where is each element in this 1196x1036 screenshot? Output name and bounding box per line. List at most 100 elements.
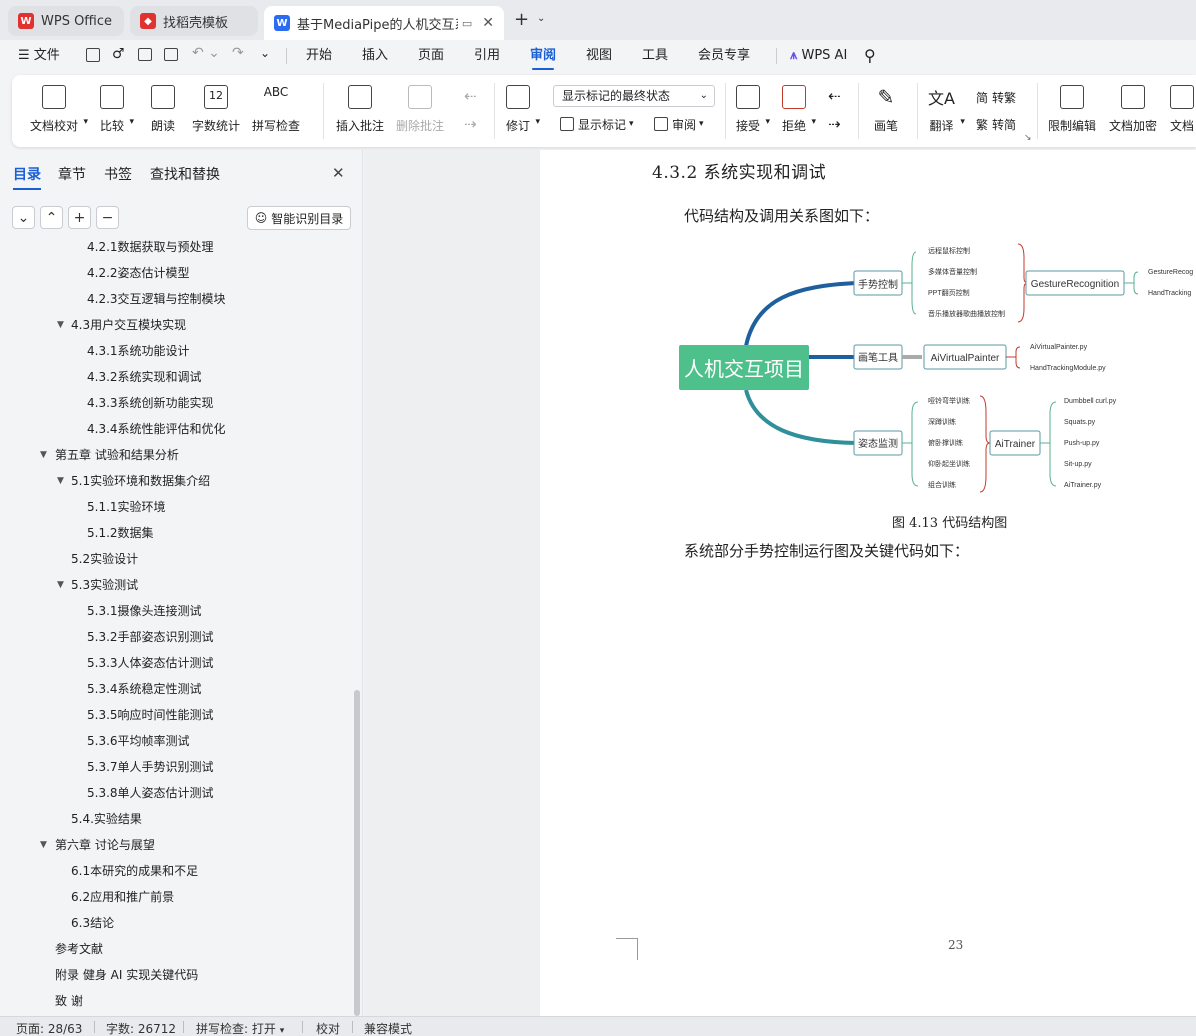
word-count-status[interactable]: 字数: 26712 [106, 1020, 176, 1036]
accept-button[interactable]: 接受 ▾ [736, 75, 770, 147]
share-icon[interactable]: ♂ [112, 46, 125, 62]
expand-triangle-icon[interactable]: ▼ [40, 832, 47, 858]
toc-item[interactable]: 4.3.1系统功能设计 [0, 338, 354, 364]
tab-docer-templates[interactable]: ◆ 找稻壳模板 [130, 6, 258, 36]
display-mode-select[interactable]: 显示标记的最终状态 ⌄ [553, 85, 715, 107]
to-simplified-button[interactable]: 繁 转简 [976, 113, 1016, 135]
close-tab-icon[interactable]: ✕ [482, 15, 494, 31]
restrict-edit-button[interactable]: 限制编辑 [1048, 75, 1096, 147]
spell-check-status[interactable]: 拼写检查: 打开 ▾ [196, 1020, 284, 1036]
doc-proof-button[interactable]: 文档校对 ▾ [30, 75, 88, 147]
read-aloud-button[interactable]: 朗读 [151, 75, 175, 147]
toc-item[interactable]: 5.3.1摄像头连接测试 [0, 598, 354, 624]
screen-icon[interactable]: ▭ [462, 17, 472, 30]
menu-page[interactable]: 页面 [418, 40, 444, 72]
file-menu[interactable]: ☰ 文件 [18, 40, 60, 72]
toc-item[interactable]: 5.2实验设计 [0, 546, 354, 572]
menu-insert[interactable]: 插入 [362, 40, 388, 72]
proof-status[interactable]: 校对 [316, 1020, 340, 1036]
print-icon[interactable] [138, 48, 152, 61]
remove-heading-button[interactable]: − [96, 206, 119, 229]
search-icon[interactable]: ⚲ [864, 46, 876, 65]
redo-icon[interactable]: ↷ [232, 45, 244, 61]
toc-item[interactable]: 5.1.2数据集 [0, 520, 354, 546]
doc-encrypt-button[interactable]: 文档加密 [1109, 75, 1157, 147]
toc-item[interactable]: 4.3.4系统性能评估和优化 [0, 416, 354, 442]
tab-current-document[interactable]: W 基于MediaPipe的人机交互系 ▭ ✕ [264, 6, 504, 40]
tab-wps-office[interactable]: W WPS Office [8, 6, 124, 36]
tab-toc[interactable]: 目录 [13, 164, 41, 190]
quick-access-chevron-icon[interactable]: ⌄ [260, 46, 270, 60]
toc-item[interactable]: 5.3.2手部姿态识别测试 [0, 624, 354, 650]
word-count-button[interactable]: 12 字数统计 [192, 75, 240, 147]
undo-icon[interactable]: ↶ ⌄ [192, 45, 220, 61]
next-comment-icon[interactable]: ⇢ [464, 115, 477, 133]
next-change-icon[interactable]: ⇢ [828, 115, 841, 133]
tab-chapters[interactable]: 章节 [58, 164, 86, 184]
pen-button[interactable]: ✎ 画笔 [874, 75, 898, 147]
collapse-all-button[interactable]: ⌄ [12, 206, 35, 229]
toc-item[interactable]: 5.3.8单人姿态估计测试 [0, 780, 354, 806]
toc-item[interactable]: 附录 健身 AI 实现关键代码 [0, 962, 354, 988]
toc-item[interactable]: ▼ 4.3用户交互模块实现 [0, 312, 354, 338]
previous-change-icon[interactable]: ⇠ [828, 87, 841, 105]
print-preview-icon[interactable] [164, 48, 178, 61]
toc-item[interactable]: 5.3.5响应时间性能测试 [0, 702, 354, 728]
smart-toc-button[interactable]: ☺ 智能识别目录 [247, 206, 351, 230]
expand-triangle-icon[interactable]: ▼ [57, 468, 64, 494]
toc-item[interactable]: 参考文献 [0, 936, 354, 962]
toc-item[interactable]: 4.3.3系统创新功能实现 [0, 390, 354, 416]
insert-comment-button[interactable]: 插入批注 [336, 75, 384, 147]
toc-item[interactable]: 5.4.实验结果 [0, 806, 354, 832]
toc-item[interactable]: 6.3结论 [0, 910, 354, 936]
new-tab-icon[interactable]: + [514, 9, 529, 30]
translate-button[interactable]: 文A 翻译 ▾ [928, 75, 965, 147]
toc-item[interactable]: ▼ 第五章 试验和结果分析 [0, 442, 354, 468]
delete-comment-button[interactable]: 删除批注 [396, 75, 444, 147]
menu-view[interactable]: 视图 [586, 40, 612, 72]
previous-comment-icon[interactable]: ⇠ [464, 87, 477, 105]
expand-triangle-icon[interactable]: ▼ [57, 572, 64, 598]
menu-review[interactable]: 审阅 [530, 40, 556, 72]
tab-find-replace[interactable]: 查找和替换 [150, 164, 220, 184]
close-pane-icon[interactable]: ✕ [332, 164, 345, 182]
toc-item[interactable]: 4.2.1数据获取与预处理 [0, 238, 354, 260]
compare-button[interactable]: 比较 ▾ [100, 75, 134, 147]
toc-item[interactable]: 4.2.3交互逻辑与控制模块 [0, 286, 354, 312]
toc-item[interactable]: ▼ 第六章 讨论与展望 [0, 832, 354, 858]
toc-item[interactable]: 6.1本研究的成果和不足 [0, 858, 354, 884]
menu-references[interactable]: 引用 [474, 40, 500, 72]
review-pane-button[interactable]: 审阅 ▾ [654, 113, 704, 135]
expand-triangle-icon[interactable]: ▼ [40, 442, 47, 468]
spell-check-button[interactable]: ABC 拼写检查 [252, 75, 300, 147]
menu-home[interactable]: 开始 [306, 40, 332, 72]
toc-item[interactable]: 5.3.3人体姿态估计测试 [0, 650, 354, 676]
toc-item[interactable]: 5.3.6平均帧率测试 [0, 728, 354, 754]
toc-item[interactable]: 6.2应用和推广前景 [0, 884, 354, 910]
page-indicator[interactable]: 页面: 28/63 [16, 1020, 82, 1036]
toc-item[interactable]: 5.3.4系统稳定性测试 [0, 676, 354, 702]
toc-scrollbar[interactable] [354, 690, 360, 1016]
toc-item[interactable]: 4.2.2姿态估计模型 [0, 260, 354, 286]
tab-bookmarks[interactable]: 书签 [104, 164, 132, 184]
tab-list-chevron-icon[interactable]: ⌄ [537, 13, 545, 24]
menu-tools[interactable]: 工具 [642, 40, 668, 72]
toc-item[interactable]: 4.3.2系统实现和调试 [0, 364, 354, 390]
reject-button[interactable]: 拒绝 ▾ [782, 75, 816, 147]
expand-triangle-icon[interactable]: ▼ [57, 312, 64, 338]
wps-ai-button[interactable]: ⩚ WPS AI [790, 40, 847, 72]
toc-item[interactable]: 5.1.1实验环境 [0, 494, 354, 520]
save-icon[interactable] [86, 48, 100, 62]
add-heading-button[interactable]: + [68, 206, 91, 229]
doc-more-button[interactable]: 文档 [1170, 75, 1196, 147]
toc-item[interactable]: ▼ 5.3实验测试 [0, 572, 354, 598]
toc-item[interactable]: ▼ 5.1实验环境和数据集介绍 [0, 468, 354, 494]
toc-item[interactable]: 致 谢 [0, 988, 354, 1014]
menu-membership[interactable]: 会员专享 [698, 40, 750, 72]
group-expand-icon[interactable]: ↘ [1024, 133, 1032, 143]
toc-item[interactable]: 5.3.7单人手势识别测试 [0, 754, 354, 780]
show-markup-button[interactable]: 显示标记 ▾ [560, 113, 634, 135]
expand-up-button[interactable]: ⌃ [40, 206, 63, 229]
to-traditional-button[interactable]: 简 转繁 [976, 86, 1016, 108]
revise-button[interactable]: 修订 ▾ [506, 75, 540, 147]
